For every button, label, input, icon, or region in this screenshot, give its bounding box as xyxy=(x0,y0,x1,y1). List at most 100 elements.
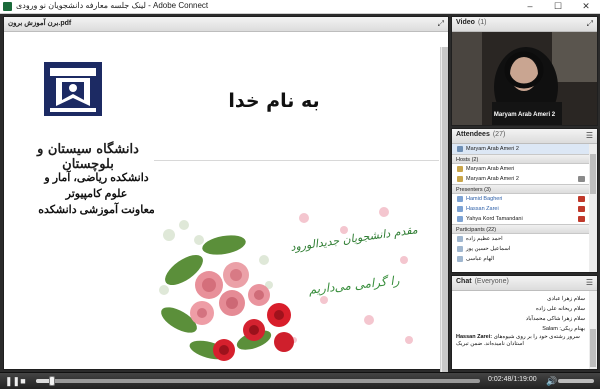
attendees-count: (27) xyxy=(492,131,506,138)
group-header-participants[interactable]: Participants (22) xyxy=(452,224,589,234)
video-count: (1) xyxy=(477,19,487,26)
attendee-scroll-thumb[interactable] xyxy=(590,154,596,194)
attendee-list: Maryam Arab Ameri 2 Hosts (2) Maryam Ara… xyxy=(452,144,589,272)
participant-icon xyxy=(457,236,463,242)
attendee-name: Yahya Kord Tamandani xyxy=(466,216,523,222)
seek-track[interactable] xyxy=(36,376,480,386)
mic-muted-icon xyxy=(578,196,585,202)
group-header-hosts[interactable]: Hosts (2) xyxy=(452,154,589,164)
video-pod: Video (1) ⤢ Maryam Arab Ameri 2 xyxy=(451,16,598,126)
group-header-presenters[interactable]: Presenters (3) xyxy=(452,184,589,194)
attendee-name: Hassan Zarei xyxy=(466,206,499,212)
host-icon xyxy=(457,176,463,182)
attendees-pod: Attendees (27) ☰ Maryam Arab Ameri 2 Host… xyxy=(451,128,598,273)
volume-slider[interactable] xyxy=(558,379,594,383)
mic-muted-icon xyxy=(578,216,585,222)
attendees-pod-header: Attendees (27) ☰ xyxy=(452,129,597,144)
list-item[interactable]: Maryam Arab Ameri 2 xyxy=(452,174,589,184)
time-readout: 0:02:48/1:19:00 xyxy=(488,376,537,383)
chat-message: Hassan Zarei: سرور رشته‌ی خود را بر روی … xyxy=(456,334,585,348)
mic-muted-icon xyxy=(578,206,585,212)
adobe-connect-window: لینک جلسه معارفه دانشجویان نو ورودی - Ad… xyxy=(0,0,600,389)
user-icon xyxy=(457,146,463,152)
chat-message: بهنام ریکی: Salam xyxy=(542,326,585,332)
chat-messages: سلام زهرا عبادی سلام ریحانه علی زاده سلا… xyxy=(452,291,589,369)
list-item-selected[interactable]: Maryam Arab Ameri 2 xyxy=(452,144,589,154)
window-title: لینک جلسه معارفه دانشجویان نو ورودی - Ad… xyxy=(16,1,209,10)
chat-pod: Chat (Everyone) ☰ سلام زهرا عبادی سلام ری… xyxy=(451,275,598,370)
chat-pod-title: Chat (Everyone) xyxy=(456,278,509,285)
total-time: 1:19:00 xyxy=(513,376,537,383)
flower-bouquet-image: مقدم دانشجویان جدیدالورود را گرامی می‌دا… xyxy=(154,200,424,368)
video-participant-name: Maryam Arab Ameri 2 xyxy=(493,112,556,118)
share-pod-header: برن آموزش‌ برون.pdf ⤢ xyxy=(4,17,448,32)
shared-document-area: دانشگاه سیستان و بلوچستان دانشکده ریاضی،… xyxy=(4,32,448,384)
list-item[interactable]: اسماعیل حسین پور xyxy=(452,244,589,254)
webcam-video: Maryam Arab Ameri 2 xyxy=(452,32,597,125)
list-item[interactable]: الهام عباسی xyxy=(452,254,589,264)
attendee-name: Maryam Arab Ameri 2 xyxy=(466,176,519,182)
app-icon xyxy=(3,2,12,11)
video-title-text: Video xyxy=(456,19,475,26)
attendee-name: Hamid Bagheri xyxy=(466,196,503,202)
attendee-name: احمد عظیم زاده xyxy=(466,236,503,242)
university-name: دانشگاه سیستان و بلوچستان xyxy=(37,142,139,172)
video-pod-title: Video (1) xyxy=(456,19,487,26)
close-button[interactable]: ✕ xyxy=(572,0,600,14)
attendees-title-text: Attendees xyxy=(456,131,490,138)
document-heading: به نام خدا xyxy=(228,90,320,112)
pause-icon[interactable]: ❚❚ xyxy=(5,376,20,386)
list-item[interactable]: Maryam Arab Ameri xyxy=(452,164,589,174)
video-fullscreen-icon[interactable]: ⤢ xyxy=(587,19,593,29)
stop-icon[interactable]: ■ xyxy=(18,376,28,386)
chat-scrollbar[interactable] xyxy=(589,291,597,369)
chat-sender: Hassan Zarei: xyxy=(456,334,493,340)
department-line: علوم کامپیوتر xyxy=(65,188,128,200)
volume-icon[interactable]: 🔊 xyxy=(546,376,557,386)
host-icon xyxy=(457,166,463,172)
maximize-button[interactable]: ☐ xyxy=(544,0,572,14)
chat-scope: (Everyone) xyxy=(474,278,509,285)
department-line: معاونت آموزشی دانشکده xyxy=(38,204,155,216)
presenter-icon xyxy=(457,196,463,202)
list-item[interactable]: Yahya Kord Tamandani xyxy=(452,214,589,224)
video-pod-header: Video (1) ⤢ xyxy=(452,17,597,32)
chat-menu-icon[interactable]: ☰ xyxy=(586,278,593,288)
share-pod-title: برن آموزش‌ برون.pdf xyxy=(8,20,72,27)
university-logo xyxy=(44,62,102,116)
chat-message: سلام زهرا عبادی xyxy=(547,296,585,302)
attendee-name: اسماعیل حسین پور xyxy=(466,246,511,252)
seek-handle[interactable] xyxy=(48,376,55,386)
current-time: 0:02:48 xyxy=(488,376,512,383)
camera-icon xyxy=(578,176,585,182)
heading-divider xyxy=(154,160,439,161)
chat-pod-header: Chat (Everyone) ☰ xyxy=(452,276,597,291)
presenter-icon xyxy=(457,206,463,212)
attendee-name: Maryam Arab Ameri xyxy=(466,166,515,172)
fullscreen-icon[interactable]: ⤢ xyxy=(438,19,444,29)
department-text: دانشکده ریاضی، آمار و علوم کامپیوتر معاو… xyxy=(24,170,169,218)
attendee-name: الهام عباسی xyxy=(466,256,495,262)
document-scrollbar[interactable] xyxy=(440,47,448,384)
chat-scroll-thumb[interactable] xyxy=(590,329,596,367)
pdf-page: دانشگاه سیستان و بلوچستان دانشکده ریاضی،… xyxy=(14,48,439,368)
chat-title-text: Chat xyxy=(456,278,472,285)
list-item[interactable]: احمد عظیم زاده xyxy=(452,234,589,244)
presenter-icon xyxy=(457,216,463,222)
share-pod: برن آموزش‌ برون.pdf ⤢ دانشگاه سیستان و ب… xyxy=(3,16,449,384)
attendees-pod-title: Attendees (27) xyxy=(456,131,505,138)
attendee-name: Maryam Arab Ameri 2 xyxy=(466,146,519,152)
department-line: دانشکده ریاضی، آمار و xyxy=(44,172,149,184)
chat-message: سلام زهرا شاکی محمدآباد xyxy=(525,316,585,322)
participant-icon xyxy=(457,256,463,262)
participant-icon xyxy=(457,246,463,252)
attendee-scrollbar[interactable] xyxy=(589,144,597,272)
playback-bar: ❚❚ ■ 0:02:48/1:19:00 🔊 xyxy=(0,372,600,389)
document-scroll-thumb[interactable] xyxy=(442,47,448,384)
list-item[interactable]: Hamid Bagheri xyxy=(452,194,589,204)
list-item[interactable]: Hassan Zarei xyxy=(452,204,589,214)
minimize-button[interactable]: – xyxy=(516,0,544,14)
title-bar: لینک جلسه معارفه دانشجویان نو ورودی - Ad… xyxy=(0,0,600,14)
chat-message: سلام ریحانه علی زاده xyxy=(536,306,585,312)
attendees-menu-icon[interactable]: ☰ xyxy=(586,131,593,141)
